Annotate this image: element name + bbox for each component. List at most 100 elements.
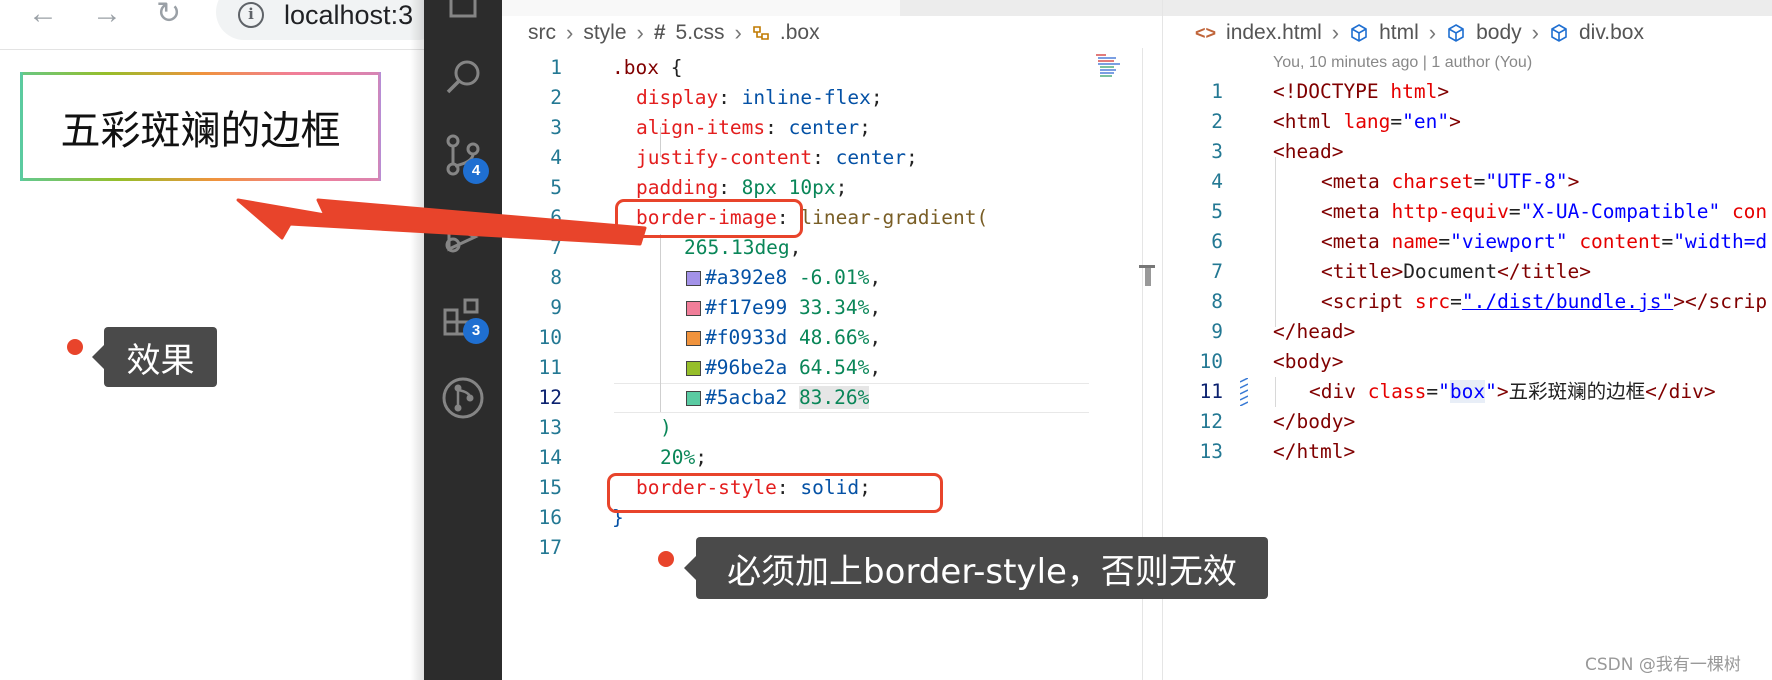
line-number: 4 <box>550 146 562 169</box>
gradient-stop-line: #f17e99 33.34%, <box>686 293 881 323</box>
breadcrumb-item[interactable]: div.box <box>1579 21 1644 45</box>
stop-percent: -6.01% <box>798 266 870 289</box>
stop-percent: 83.26% <box>798 386 870 409</box>
line-number: 3 <box>1211 140 1223 163</box>
line-number: 9 <box>1211 320 1223 343</box>
gradient-stop-line: #f0933d 48.66%, <box>686 323 881 353</box>
code-token: { <box>658 56 683 79</box>
css-value: 8px 10px <box>741 176 836 199</box>
stop-percent: 33.34% <box>798 296 870 319</box>
css-value: center <box>835 146 907 169</box>
breadcrumb-item[interactable]: index.html <box>1226 21 1322 45</box>
extensions-badge: 3 <box>463 318 489 344</box>
files-icon[interactable] <box>441 0 485 26</box>
code-line: <script src="./dist/bundle.js"></scrip <box>1321 290 1768 313</box>
color-swatch[interactable] <box>686 361 701 376</box>
color-swatch[interactable] <box>686 301 701 316</box>
pane-shadow <box>410 0 424 680</box>
gradient-stop-line: #96be2a 64.54%, <box>686 353 881 383</box>
browser-toolbar: ← → ↻ i localhost:3 <box>0 0 446 50</box>
url-text[interactable]: localhost:3 <box>284 0 413 30</box>
line-number: 6 <box>550 206 562 229</box>
code-line: </head> <box>1273 320 1356 343</box>
reload-button[interactable]: ↻ <box>156 0 181 30</box>
line-number: 7 <box>1211 260 1223 283</box>
chevron-right-icon: › <box>566 20 574 45</box>
color-hex: #96be2a <box>705 356 788 379</box>
gradient-stop-line: #5acba2 83.26% <box>686 383 870 413</box>
line-number: 11 <box>1199 380 1223 403</box>
line-number: 4 <box>1211 170 1223 193</box>
breadcrumb-item[interactable]: style <box>583 21 626 45</box>
git-modified-gutter <box>1240 378 1248 406</box>
line-number: 17 <box>538 536 562 559</box>
code-line: </html> <box>1273 440 1356 463</box>
active-tab[interactable] <box>502 0 900 16</box>
info-icon[interactable]: i <box>238 2 264 28</box>
indent-guide <box>1275 377 1276 407</box>
color-hex: #f17e99 <box>705 296 788 319</box>
chevron-right-icon: › <box>1331 20 1340 45</box>
code-line: <html lang="en"> <box>1273 110 1461 133</box>
debug-icon[interactable] <box>441 215 485 259</box>
css-value: center <box>788 116 860 139</box>
source-control-badge: 4 <box>463 158 489 184</box>
color-swatch[interactable] <box>686 331 701 346</box>
annotation-dot <box>658 551 674 567</box>
search-icon[interactable] <box>441 55 485 99</box>
git-blame-lens[interactable]: You, 10 minutes ago | 1 author (You) <box>1273 54 1532 72</box>
code-line: align-items: center; <box>636 116 871 139</box>
breadcrumb: src › style › # 5.css › .box <box>528 20 820 46</box>
stop-percent: 48.66% <box>798 326 870 349</box>
color-swatch[interactable] <box>686 391 701 406</box>
breadcrumb-item[interactable]: .box <box>780 21 820 45</box>
line-number: 5 <box>1211 200 1223 223</box>
stop-percent: 64.54% <box>798 356 870 379</box>
border-style-callout: 必须加上border-style，否则无效 <box>684 537 1268 599</box>
css-property: padding <box>636 176 719 199</box>
css-value: inline-flex <box>741 86 871 109</box>
element-icon <box>1351 24 1367 42</box>
code-line: <div class="box">五彩斑斓的边框</div> <box>1309 380 1716 403</box>
back-button[interactable]: ← <box>28 0 58 30</box>
element-icon <box>1551 24 1567 42</box>
line-number: 8 <box>550 266 562 289</box>
indent-guide <box>660 234 661 412</box>
line-number: 14 <box>538 446 562 469</box>
css-value: 20% <box>660 446 696 469</box>
activity-bar: 4 3 <box>424 0 502 680</box>
breadcrumb: <> index.html › html › body › div.box <box>1195 20 1644 46</box>
gradient-stop-line: #a392e8 -6.01%, <box>686 263 881 293</box>
breadcrumb-item[interactable]: body <box>1476 21 1522 45</box>
forward-button[interactable]: → <box>92 0 122 30</box>
line-number: 12 <box>1199 410 1223 433</box>
code-line: 20%; <box>660 446 707 469</box>
color-swatch[interactable] <box>686 271 701 286</box>
symbol-class-icon <box>753 26 769 40</box>
minimap[interactable] <box>1094 52 1138 82</box>
line-number: 1 <box>1211 80 1223 103</box>
highlight-border-style <box>607 473 943 513</box>
line-number: 16 <box>538 506 562 529</box>
line-number: 12 <box>538 386 562 409</box>
css-property: display <box>636 86 719 109</box>
chevron-right-icon: › <box>734 20 742 45</box>
code-line: <meta charset="UTF-8"> <box>1321 170 1580 193</box>
css-property: align-items <box>636 116 766 139</box>
element-icon <box>1448 24 1464 42</box>
html-file-icon: <> <box>1195 22 1217 43</box>
css-function: linear-gradient( <box>800 206 989 229</box>
breadcrumb-item[interactable]: 5.css <box>676 21 725 45</box>
color-hex: #a392e8 <box>705 266 788 289</box>
breadcrumb-item[interactable]: html <box>1379 21 1419 45</box>
script-src-link[interactable]: "./dist/bundle.js" <box>1462 290 1673 313</box>
code-line: ) <box>660 413 672 443</box>
code-line: <head> <box>1273 140 1344 163</box>
line-number: 3 <box>550 116 562 139</box>
code-line: <meta name="viewport" content="width=d <box>1321 230 1768 253</box>
browser-window: ← → ↻ i localhost:3 五彩斑斓的边框 效果 <box>0 0 446 680</box>
breadcrumb-item[interactable]: src <box>528 21 556 45</box>
chevron-right-icon: › <box>1428 20 1437 45</box>
line-number: 1 <box>550 56 562 79</box>
git-graph-icon[interactable] <box>441 376 485 420</box>
